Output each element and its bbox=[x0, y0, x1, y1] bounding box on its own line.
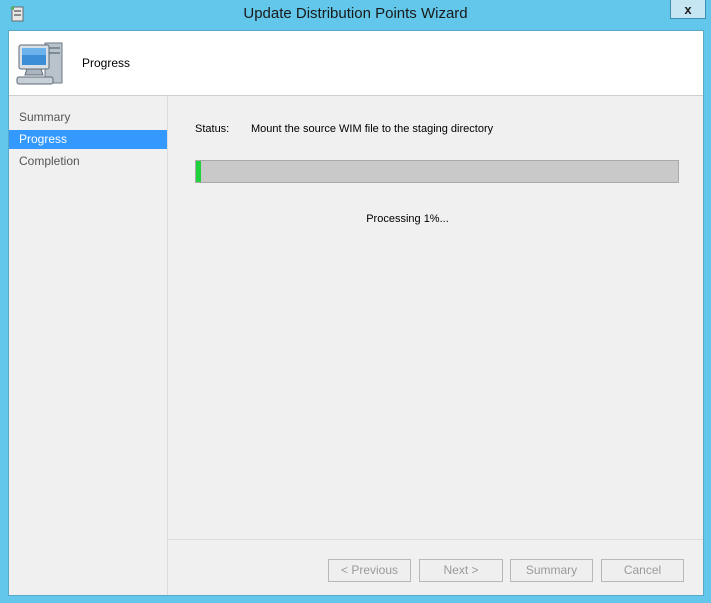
nav-item-progress[interactable]: Progress bbox=[9, 130, 167, 149]
status-label: Status: bbox=[195, 123, 230, 135]
close-icon: x bbox=[684, 1, 692, 17]
page-title: Progress bbox=[82, 56, 131, 70]
wizard-window: Update Distribution Points Wizard x Prog… bbox=[0, 0, 711, 603]
progress-fill bbox=[196, 161, 201, 182]
wizard-nav: Summary Progress Completion bbox=[9, 96, 168, 595]
computer-icon bbox=[16, 42, 63, 85]
processing-text: Processing 1%... bbox=[366, 213, 449, 225]
close-button[interactable]: x bbox=[670, 0, 706, 19]
button-separator bbox=[168, 539, 703, 540]
wizard-header: Progress bbox=[9, 31, 703, 96]
wizard-main-panel: Status: Mount the source WIM file to the… bbox=[168, 96, 703, 595]
status-text: Mount the source WIM file to the staging… bbox=[251, 123, 494, 135]
wizard-client-area: Progress Summary Progress Completion Sta… bbox=[8, 30, 704, 596]
cancel-button[interactable]: Cancel bbox=[601, 559, 684, 582]
previous-button[interactable]: < Previous bbox=[328, 559, 411, 582]
window-title: Update Distribution Points Wizard bbox=[243, 5, 468, 22]
next-button[interactable]: Next > bbox=[419, 559, 503, 582]
summary-button[interactable]: Summary bbox=[510, 559, 593, 582]
nav-item-completion[interactable]: Completion bbox=[9, 152, 167, 171]
progress-bar bbox=[195, 160, 679, 183]
nav-item-summary[interactable]: Summary bbox=[9, 108, 167, 127]
title-bar: Update Distribution Points Wizard x bbox=[0, 0, 711, 30]
